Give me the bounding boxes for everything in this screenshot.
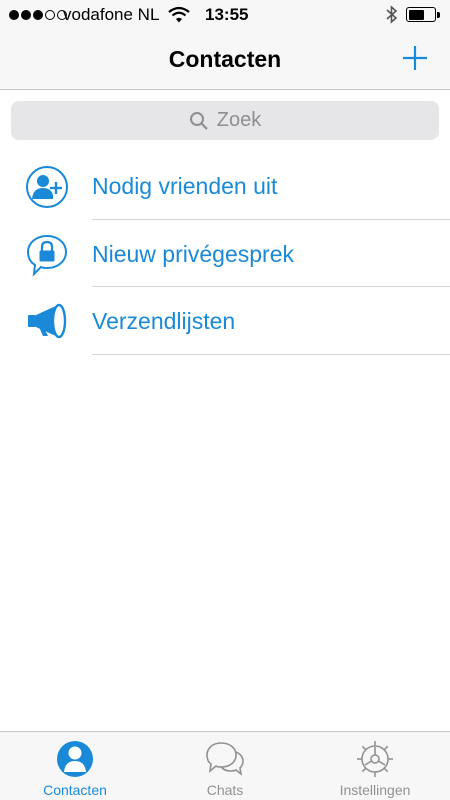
tab-label: Instellingen: [339, 782, 411, 798]
wifi-icon: [168, 6, 190, 23]
tab-bar: Contacten Chats Instellingen: [0, 731, 450, 800]
search-icon: [189, 111, 208, 130]
tab-settings[interactable]: Instellingen: [300, 732, 450, 800]
status-bar: vodafone NL 13:55: [0, 0, 450, 30]
list-item-broadcast-lists[interactable]: Verzendlijsten: [0, 287, 450, 355]
list-item-label: Nodig vrienden uit: [92, 173, 278, 199]
tab-contacts[interactable]: Contacten: [0, 732, 150, 800]
gear-icon: [357, 741, 393, 777]
search-placeholder: Zoek: [216, 109, 262, 131]
actions-list: Nodig vrienden uit Nieuw privégesprek Ve…: [0, 152, 450, 355]
plus-icon: [403, 46, 427, 70]
tab-label: Chats: [206, 782, 244, 798]
list-item-label: Nieuw privégesprek: [92, 240, 294, 267]
lock-chat-icon: [26, 234, 68, 277]
page-title: Contacten: [168, 46, 282, 72]
chats-icon: [206, 742, 244, 776]
top-bar: vodafone NL 13:55 Contacten: [0, 0, 450, 90]
contacts-icon: [57, 741, 93, 777]
separator: [92, 353, 450, 355]
list-item-label: Verzendlijsten: [92, 308, 236, 334]
add-contact-icon: [26, 166, 68, 208]
contacts-screen: vodafone NL 13:55 Contacten Zoek Nodig v…: [0, 0, 450, 800]
list-item-new-private-chat[interactable]: Nieuw privégesprek: [0, 220, 450, 287]
signal-strength-icon: [9, 10, 67, 20]
search-input[interactable]: Zoek: [11, 101, 439, 140]
bluetooth-icon: [386, 5, 398, 24]
status-time: 13:55: [205, 5, 249, 24]
tab-chats[interactable]: Chats: [150, 732, 300, 800]
carrier-name: vodafone NL: [63, 5, 160, 24]
list-item-invite-friends[interactable]: Nodig vrienden uit: [0, 152, 450, 220]
megaphone-icon: [28, 303, 67, 339]
add-contact-button[interactable]: [400, 43, 430, 73]
tab-label: Contacten: [43, 782, 107, 798]
battery-icon: [406, 7, 440, 22]
